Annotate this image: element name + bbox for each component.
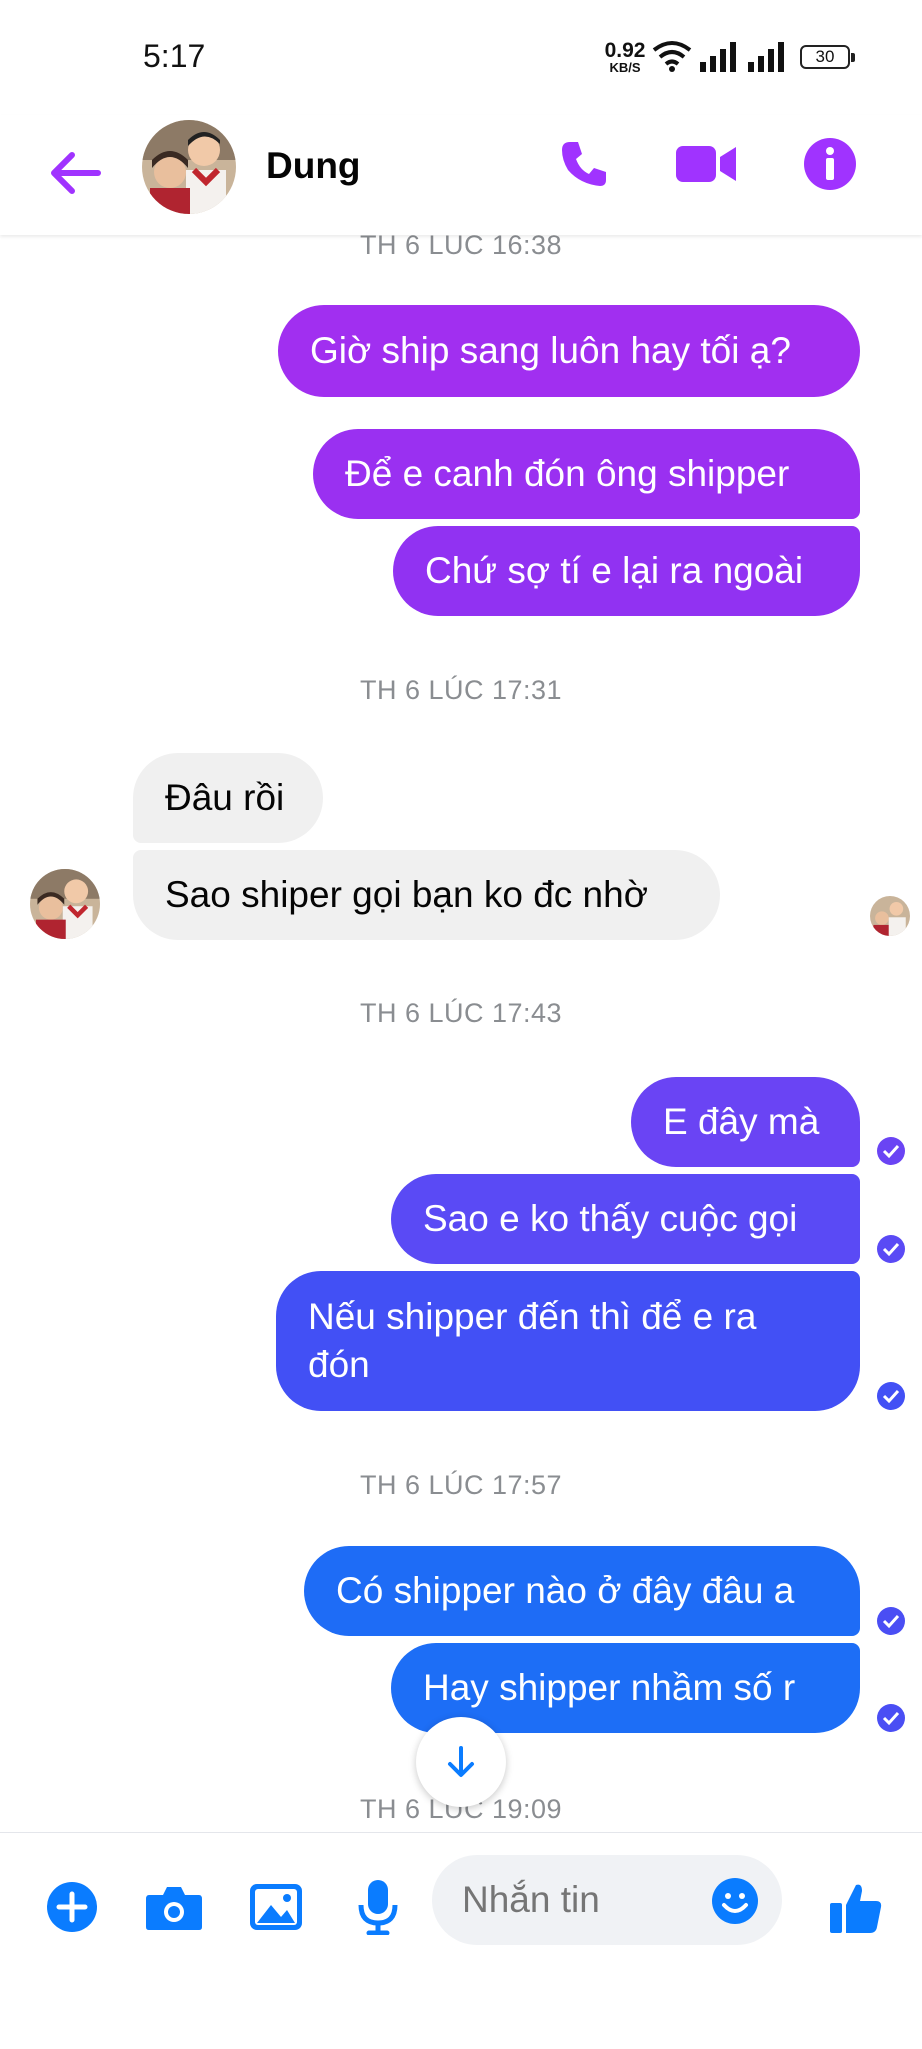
timestamp: TH 6 LÚC 17:57 xyxy=(359,1470,563,1500)
status-bar: 5:17 0.92 KB/S 30 xyxy=(0,0,922,115)
delivered-check-icon xyxy=(877,1607,905,1635)
message-bubble-outgoing[interactable]: Nếu shipper đến thì để e ra đón xyxy=(276,1271,860,1411)
voice-message-button[interactable] xyxy=(348,1877,408,1937)
network-speed-value: 0.92 xyxy=(604,39,646,62)
emoji-icon xyxy=(712,1878,758,1924)
message-bubble-outgoing[interactable]: Có shipper nào ở đây đâu a xyxy=(304,1546,860,1636)
timestamp: TH 6 LÚC 17:31 xyxy=(359,675,563,705)
battery-indicator: 30 xyxy=(800,45,855,69)
signal-icon-2 xyxy=(748,42,784,72)
delivered-check-icon xyxy=(877,1235,905,1263)
camera-icon xyxy=(146,1887,202,1930)
message-composer xyxy=(0,1832,922,2049)
timestamp: TH 6 LÚC 17:43 xyxy=(359,998,563,1028)
delivered-check-icon xyxy=(877,1704,905,1732)
info-icon xyxy=(804,138,856,190)
arrow-down-icon xyxy=(448,1746,474,1777)
like-button[interactable] xyxy=(826,1877,886,1937)
emoji-button[interactable] xyxy=(711,1877,759,1925)
message-bubble-outgoing[interactable]: E đây mà xyxy=(631,1077,860,1167)
delivered-check-icon xyxy=(877,1382,905,1410)
call-button[interactable] xyxy=(554,134,614,194)
info-button[interactable] xyxy=(800,134,860,194)
scroll-to-bottom-button[interactable] xyxy=(416,1717,506,1807)
signal-icon-1 xyxy=(700,42,736,72)
contact-name[interactable]: Dung xyxy=(266,145,361,187)
seen-avatar xyxy=(870,896,910,936)
message-bubble-outgoing[interactable]: Sao e ko thấy cuộc gọi xyxy=(391,1174,860,1264)
video-camera-icon xyxy=(676,146,736,182)
back-button[interactable] xyxy=(44,143,104,203)
delivered-check-icon xyxy=(877,1137,905,1165)
wifi-icon xyxy=(652,41,692,72)
message-bubble-incoming[interactable]: Sao shiper gọi bạn ko đc nhờ xyxy=(133,850,720,940)
plus-icon xyxy=(47,1882,97,1932)
message-bubble-outgoing[interactable]: Giờ ship sang luôn hay tối ạ? xyxy=(278,305,860,397)
network-speed: 0.92 KB/S xyxy=(603,40,647,74)
microphone-icon xyxy=(358,1880,398,1935)
thumbs-up-icon xyxy=(830,1884,882,1933)
contact-avatar[interactable] xyxy=(142,120,236,214)
video-call-button[interactable] xyxy=(676,134,736,194)
message-bubble-outgoing[interactable]: Chứ sợ tí e lại ra ngoài xyxy=(393,526,860,616)
chat-header xyxy=(0,115,922,235)
gallery-button[interactable] xyxy=(246,1877,306,1937)
camera-button[interactable] xyxy=(144,1877,204,1937)
message-bubble-incoming[interactable]: Đâu rồi xyxy=(133,753,323,843)
contact-avatar-small[interactable] xyxy=(30,869,100,939)
status-time: 5:17 xyxy=(143,38,206,74)
message-bubble-outgoing[interactable]: Để e canh đón ông shipper xyxy=(313,429,860,519)
more-actions-button[interactable] xyxy=(42,1877,102,1937)
image-icon xyxy=(250,1884,302,1930)
phone-icon xyxy=(562,142,606,186)
back-arrow-icon xyxy=(51,152,101,194)
network-speed-unit: KB/S xyxy=(609,60,641,75)
